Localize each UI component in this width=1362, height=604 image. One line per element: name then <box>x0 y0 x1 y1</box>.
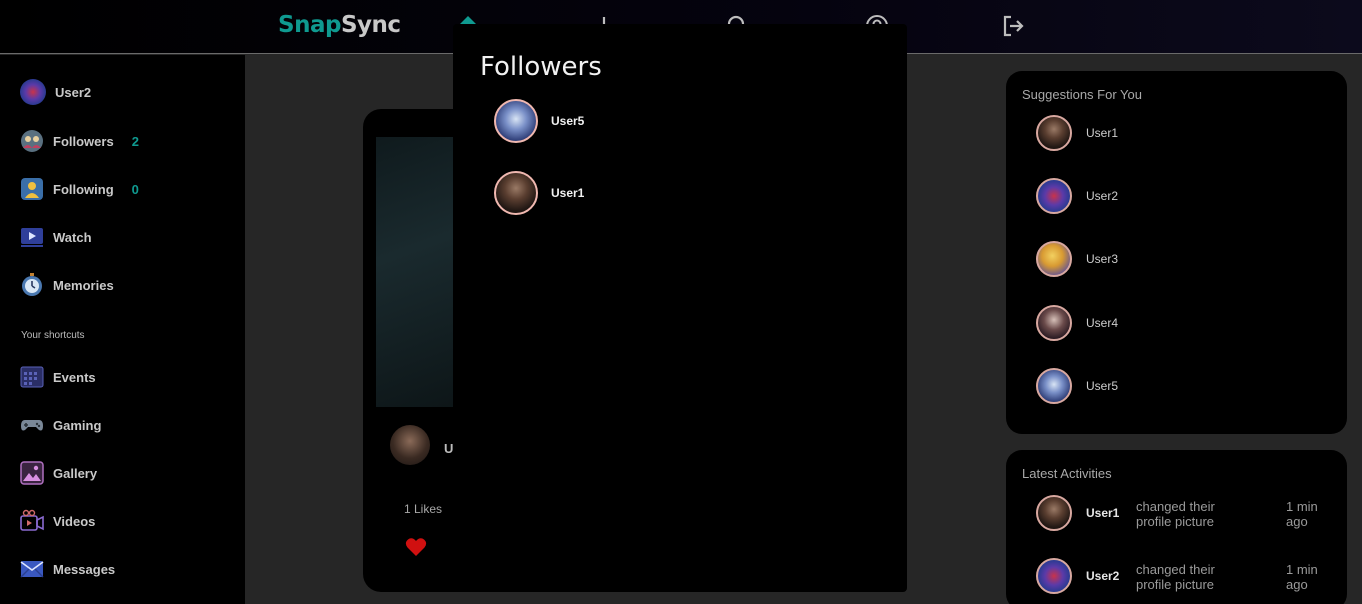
user-avatar <box>20 79 46 105</box>
activity-text: changed their profile picture <box>1136 499 1215 529</box>
suggestion-avatar[interactable] <box>1036 305 1072 341</box>
following-count: 0 <box>131 181 139 197</box>
video-camera-icon <box>20 509 44 533</box>
watch-icon <box>20 225 44 249</box>
suggestion-name[interactable]: User2 <box>1086 189 1118 203</box>
sidebar-item-label: Events <box>53 369 96 385</box>
activities-panel: Latest Activities User1 changed their pr… <box>1006 450 1347 604</box>
suggestions-panel: Suggestions For You User1 User2 User3 Us… <box>1006 71 1347 434</box>
suggestion-avatar[interactable] <box>1036 115 1072 151</box>
calendar-icon <box>20 365 44 389</box>
post-likes-count: 1 Likes <box>404 502 443 516</box>
suggestion-item[interactable]: User1 <box>1036 115 1118 151</box>
suggestion-item[interactable]: User2 <box>1036 178 1118 214</box>
activity-text: changed their profile picture <box>1136 562 1215 592</box>
sidebar-item-gallery[interactable]: Gallery <box>20 459 97 487</box>
app-logo[interactable]: SnapSync <box>278 12 401 38</box>
activity-time: 1 min ago <box>1286 562 1318 592</box>
followers-count: 2 <box>131 133 139 149</box>
left-sidebar: User2 Followers 2 Following 0 Watch Memo… <box>0 55 245 604</box>
suggestion-avatar[interactable] <box>1036 178 1072 214</box>
heart-icon[interactable] <box>405 537 427 557</box>
shortcuts-heading: Your shortcuts <box>21 330 85 341</box>
suggestion-avatar[interactable] <box>1036 241 1072 277</box>
follower-avatar[interactable] <box>494 99 538 143</box>
sidebar-item-following[interactable]: Following 0 <box>20 175 139 203</box>
follower-item[interactable]: User1 <box>494 170 584 216</box>
suggestions-title: Suggestions For You <box>1022 87 1142 102</box>
activity-item: User2 changed their profile picture 1 mi… <box>1036 558 1336 594</box>
sidebar-item-label: Followers <box>53 133 114 149</box>
suggestion-name[interactable]: User4 <box>1086 316 1118 330</box>
follower-name[interactable]: User1 <box>551 186 584 200</box>
sidebar-item-label: Gaming <box>53 417 102 433</box>
suggestion-name[interactable]: User5 <box>1086 379 1118 393</box>
sidebar-item-label: Videos <box>53 513 96 529</box>
sidebar-item-label: Messages <box>53 561 116 577</box>
suggestion-avatar[interactable] <box>1036 368 1072 404</box>
envelope-icon <box>20 557 44 581</box>
sidebar-item-label: Gallery <box>53 465 98 481</box>
activity-item: User1 changed their profile picture 1 mi… <box>1036 495 1336 531</box>
follower-item[interactable]: User5 <box>494 98 584 144</box>
follower-name[interactable]: User5 <box>551 114 584 128</box>
followers-modal: Followers User5 User1 <box>453 24 907 592</box>
activity-avatar[interactable] <box>1036 495 1072 531</box>
sidebar-item-events[interactable]: Events <box>20 363 96 391</box>
activity-time: 1 min ago <box>1286 499 1318 529</box>
logo-part-sync: Sync <box>340 12 401 38</box>
memories-icon <box>20 273 44 297</box>
sidebar-user-profile[interactable]: User2 <box>20 78 91 106</box>
logo-part-snap: Snap <box>278 12 341 38</box>
follower-avatar[interactable] <box>494 171 538 215</box>
suggestion-name[interactable]: User3 <box>1086 252 1118 266</box>
gamepad-icon <box>20 413 44 437</box>
suggestion-item[interactable]: User3 <box>1036 241 1118 277</box>
post-author-name[interactable]: U <box>444 441 453 456</box>
sidebar-item-label: Following <box>53 181 114 197</box>
sidebar-item-messages[interactable]: Messages <box>20 555 115 583</box>
sidebar-item-watch[interactable]: Watch <box>20 223 92 251</box>
sidebar-user-name: User2 <box>55 84 92 100</box>
suggestion-item[interactable]: User5 <box>1036 368 1118 404</box>
sidebar-item-label: Memories <box>53 277 114 293</box>
activity-user[interactable]: User1 <box>1086 506 1119 520</box>
sidebar-item-label: Watch <box>53 229 92 245</box>
post-author-avatar[interactable] <box>390 425 430 465</box>
activity-avatar[interactable] <box>1036 558 1072 594</box>
following-icon <box>20 177 44 201</box>
modal-title: Followers <box>480 52 602 82</box>
sidebar-item-videos[interactable]: Videos <box>20 507 95 535</box>
logout-icon[interactable] <box>1000 13 1026 39</box>
sidebar-item-memories[interactable]: Memories <box>20 271 114 299</box>
suggestion-name[interactable]: User1 <box>1086 126 1118 140</box>
suggestion-item[interactable]: User4 <box>1036 305 1118 341</box>
followers-icon <box>20 129 44 153</box>
gallery-icon <box>20 461 44 485</box>
sidebar-item-gaming[interactable]: Gaming <box>20 411 101 439</box>
activities-title: Latest Activities <box>1022 466 1112 481</box>
sidebar-item-followers[interactable]: Followers 2 <box>20 127 139 155</box>
activity-user[interactable]: User2 <box>1086 569 1119 583</box>
